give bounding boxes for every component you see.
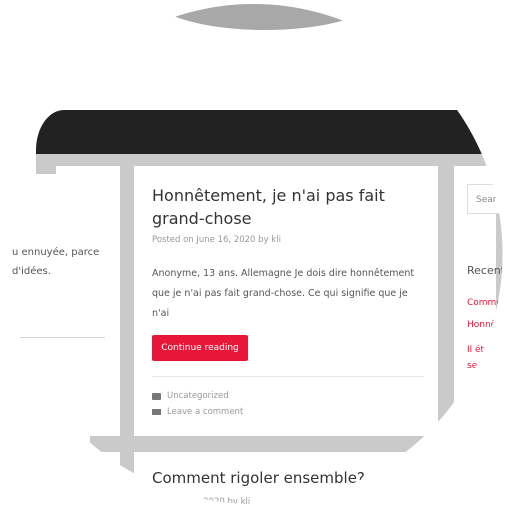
left-excerpt-line: u ennuyée, parce <box>12 247 100 258</box>
divider <box>152 376 424 377</box>
content-frame-bottom <box>90 436 500 452</box>
content-frame-gap <box>438 154 454 444</box>
search-input[interactable]: Searcl <box>467 184 507 214</box>
recent-post-link[interactable]: Comme <box>467 296 502 310</box>
category-link[interactable]: Uncategorized <box>167 391 229 401</box>
recent-post-link[interactable]: Co' <box>467 384 481 398</box>
divider <box>20 337 105 338</box>
content-frame-left-edge <box>36 154 56 174</box>
folder-icon <box>152 392 161 400</box>
page: u ennuyée, parce d'idées. Honnêtement, j… <box>0 0 507 508</box>
post-meta[interactable]: Posted on June 16, 2020 by kli <box>152 235 281 245</box>
post-excerpt: Anonyme, 13 ans. Allemagne Je dois dire … <box>152 268 415 319</box>
post-comments: Leave a comment <box>152 407 243 417</box>
next-post-meta: · · · une 16, 2020 by kli <box>152 497 251 507</box>
left-excerpt-line: d'idées. <box>12 266 51 277</box>
recent-post-link[interactable]: Il était t <box>467 343 502 357</box>
recent-post-link[interactable]: Honnête <box>467 318 505 332</box>
recent-post-link[interactable]: sentir <box>467 359 493 373</box>
post-title[interactable]: Honnêtement, je n'ai pas fait grand-chos… <box>152 184 427 230</box>
post-category: Uncategorized <box>152 391 229 401</box>
content-frame-left <box>120 154 134 474</box>
next-post-title[interactable]: Comment rigoler ensemble? <box>152 469 365 487</box>
avatar <box>152 0 378 30</box>
content-frame-top <box>36 154 507 166</box>
recent-posts-heading: Recent <box>467 264 506 277</box>
comment-icon <box>152 409 161 415</box>
continue-reading-button[interactable]: Continue reading <box>152 335 248 361</box>
site-header <box>36 110 507 154</box>
leave-comment-link[interactable]: Leave a comment <box>167 407 243 417</box>
